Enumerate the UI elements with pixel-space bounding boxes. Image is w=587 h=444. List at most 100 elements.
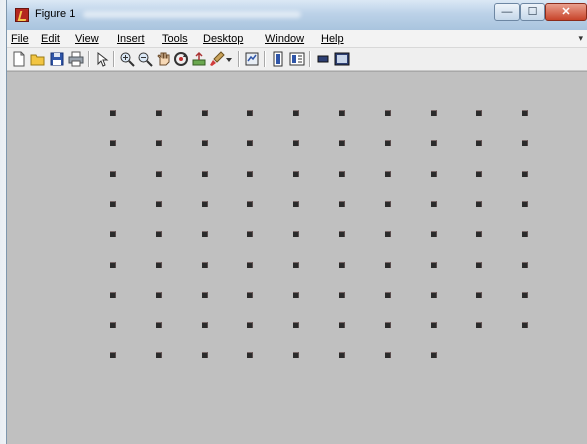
figure-window: Figure 1 — ☐ ✕ File Edit View Insert Too… <box>6 0 587 444</box>
scatter-marker <box>247 352 253 358</box>
scatter-marker <box>385 292 391 298</box>
toolbar-separator <box>264 51 266 67</box>
show-plot-tools-icon[interactable] <box>334 51 350 67</box>
scatter-marker <box>431 352 437 358</box>
menu-view[interactable]: View <box>75 33 99 45</box>
scatter-marker <box>339 171 345 177</box>
scatter-marker <box>476 110 482 116</box>
scatter-marker <box>522 171 528 177</box>
figure-canvas[interactable] <box>7 71 587 444</box>
scatter-marker <box>431 110 437 116</box>
scatter-marker <box>293 292 299 298</box>
scatter-marker <box>293 231 299 237</box>
menu-overflow-icon[interactable]: ▾ <box>578 33 583 44</box>
rotate-3d-icon[interactable] <box>173 51 189 67</box>
save-figure-icon[interactable] <box>49 51 65 67</box>
scatter-marker <box>156 140 162 146</box>
scatter-marker <box>247 201 253 207</box>
menu-edit[interactable]: Edit <box>41 33 60 45</box>
edit-plot-icon[interactable] <box>94 51 110 67</box>
scatter-marker <box>156 352 162 358</box>
zoom-out-icon[interactable] <box>137 51 153 67</box>
scatter-marker <box>110 231 116 237</box>
hide-plot-tools-icon[interactable] <box>315 51 331 67</box>
scatter-marker <box>431 292 437 298</box>
open-file-icon[interactable] <box>30 51 46 67</box>
scatter-marker <box>522 201 528 207</box>
scatter-marker <box>110 262 116 268</box>
scatter-marker <box>476 262 482 268</box>
close-button[interactable]: ✕ <box>545 3 587 21</box>
scatter-marker <box>202 201 208 207</box>
maximize-button[interactable]: ☐ <box>520 3 545 21</box>
scatter-marker <box>385 322 391 328</box>
figure-toolbar <box>7 48 587 71</box>
scatter-marker <box>431 322 437 328</box>
scatter-marker <box>385 140 391 146</box>
scatter-marker <box>247 231 253 237</box>
scatter-marker <box>156 231 162 237</box>
menu-tools[interactable]: Tools <box>162 33 188 45</box>
title-bar[interactable]: Figure 1 — ☐ ✕ <box>7 0 587 30</box>
scatter-marker <box>247 171 253 177</box>
menu-file[interactable]: File <box>11 33 29 45</box>
menu-desktop[interactable]: Desktop <box>203 33 243 45</box>
scatter-marker <box>339 292 345 298</box>
scatter-marker <box>431 140 437 146</box>
scatter-marker <box>339 140 345 146</box>
scatter-marker <box>156 110 162 116</box>
scatter-marker <box>247 322 253 328</box>
blurred-title-text <box>83 11 301 18</box>
pan-icon[interactable] <box>155 51 171 67</box>
scatter-marker <box>156 292 162 298</box>
scatter-marker <box>156 201 162 207</box>
print-figure-icon[interactable] <box>68 51 84 67</box>
minimize-button[interactable]: — <box>494 3 520 21</box>
brush-icon[interactable] <box>209 51 225 67</box>
scatter-marker <box>156 171 162 177</box>
scatter-marker <box>522 231 528 237</box>
scatter-marker <box>522 110 528 116</box>
scatter-marker <box>202 110 208 116</box>
insert-legend-icon[interactable] <box>289 51 305 67</box>
insert-colorbar-icon[interactable] <box>270 51 286 67</box>
toolbar-separator <box>113 51 115 67</box>
scatter-marker <box>110 171 116 177</box>
scatter-marker <box>202 352 208 358</box>
menu-help[interactable]: Help <box>321 33 344 45</box>
link-plot-icon[interactable] <box>244 51 260 67</box>
scatter-marker <box>156 322 162 328</box>
scatter-marker <box>110 110 116 116</box>
scatter-marker <box>385 110 391 116</box>
scatter-marker <box>202 322 208 328</box>
scatter-marker <box>202 292 208 298</box>
scatter-marker <box>110 140 116 146</box>
scatter-marker <box>293 171 299 177</box>
toolbar-separator <box>238 51 240 67</box>
scatter-marker <box>293 140 299 146</box>
scatter-marker <box>385 231 391 237</box>
menu-window[interactable]: Window <box>265 33 304 45</box>
scatter-marker <box>522 322 528 328</box>
scatter-marker <box>202 262 208 268</box>
scatter-marker <box>476 171 482 177</box>
scatter-marker <box>202 171 208 177</box>
window-title: Figure 1 <box>35 8 76 20</box>
zoom-in-icon[interactable] <box>119 51 135 67</box>
menu-insert[interactable]: Insert <box>117 33 145 45</box>
brush-dropdown-icon[interactable] <box>225 51 233 67</box>
scatter-marker <box>476 322 482 328</box>
scatter-marker <box>431 262 437 268</box>
scatter-marker <box>293 352 299 358</box>
scatter-marker <box>385 262 391 268</box>
toolbar-separator <box>309 51 311 67</box>
matlab-icon[interactable] <box>15 8 29 22</box>
data-cursor-icon[interactable] <box>191 51 207 67</box>
toolbar-separator <box>88 51 90 67</box>
scatter-marker <box>522 140 528 146</box>
scatter-marker <box>339 322 345 328</box>
menu-bar: File Edit View Insert Tools Desktop Wind… <box>7 30 587 48</box>
new-figure-icon[interactable] <box>11 51 27 67</box>
scatter-marker <box>247 292 253 298</box>
scatter-marker <box>247 262 253 268</box>
